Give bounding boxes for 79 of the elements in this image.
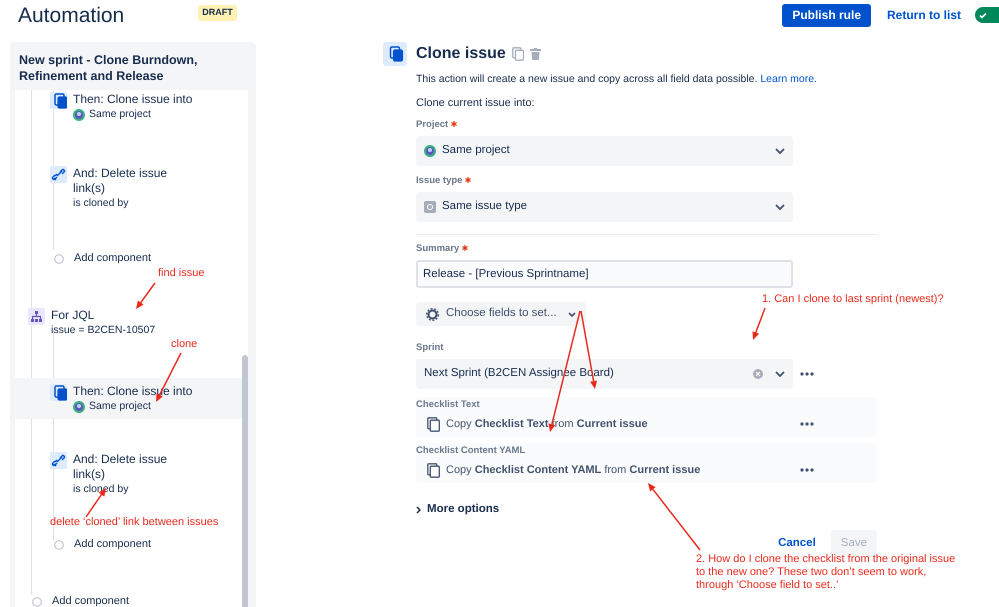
- component-title: Then: Clone issue into: [73, 92, 193, 107]
- add-component-item[interactable]: Add component: [21, 594, 242, 607]
- annotation-text: 1. Can I clone to last sprint (newest)?: [762, 293, 944, 306]
- copy-icon: [427, 416, 440, 432]
- draft-badge: DRAFT: [198, 5, 237, 21]
- action-title: Clone issue: [416, 44, 506, 64]
- add-component-item[interactable]: Add component: [21, 537, 242, 551]
- action-description: This action will create a new issue and copy across all field data possible. Learn more.: [416, 72, 818, 86]
- field-label: Issue type: [416, 175, 462, 187]
- component-detail: is cloned by: [73, 483, 128, 496]
- field-label: Project: [416, 119, 448, 131]
- gear-icon: [426, 308, 439, 320]
- page-title: Automation: [18, 4, 124, 26]
- chevron-down-icon: [775, 148, 785, 154]
- select-field[interactable]: Same project: [416, 136, 793, 166]
- component-detail: Same project: [89, 400, 151, 413]
- field-label: Checklist Content YAML: [416, 445, 526, 457]
- trash-icon: [530, 48, 541, 60]
- chevron-down-icon: [568, 312, 576, 316]
- component-title: For JQL: [51, 308, 96, 323]
- copy-icon: [427, 462, 440, 478]
- select-value: Same issue type: [442, 199, 528, 214]
- project-avatar-icon: [73, 400, 85, 412]
- add-component-label: Add component: [52, 594, 130, 607]
- chevron-down-icon: [775, 204, 785, 210]
- arrow: [648, 483, 701, 550]
- more-icon: [800, 372, 814, 376]
- project-avatar-icon: [424, 145, 436, 157]
- component-title: And: Delete issue link(s): [73, 452, 168, 482]
- summary-input[interactable]: Release - [Previous Sprintname]: [416, 260, 793, 288]
- more-options-toggle[interactable]: More options: [416, 501, 500, 518]
- scrollbar-thumb[interactable]: [242, 355, 248, 607]
- select-value: Same project: [442, 143, 511, 158]
- component-detail: is cloned by: [73, 197, 128, 210]
- publish-rule-button[interactable]: Publish rule: [782, 4, 871, 26]
- branch-item[interactable]: For JQL issue = B2CEN-10507: [21, 308, 242, 337]
- return-to-list-link[interactable]: Return to list: [887, 6, 961, 24]
- broken-link-icon: [50, 166, 67, 183]
- arrow: [136, 282, 156, 309]
- action-item[interactable]: And: Delete issue link(s) is cloned by: [21, 166, 242, 210]
- field-label: Summary: [416, 243, 460, 255]
- select-field[interactable]: Same issue type: [416, 192, 793, 222]
- copy-icon: [512, 47, 524, 61]
- more-icon: [800, 422, 814, 426]
- rule-title: New sprint - Clone Burndown, Refinement and Release: [18, 52, 198, 85]
- component-title: And: Delete issue link(s): [73, 166, 168, 196]
- broken-link-icon: [50, 452, 67, 469]
- annotation-text: delete ‘cloned’ link between issues: [50, 516, 218, 529]
- choose-fields-button[interactable]: Choose fields to set...: [416, 302, 586, 326]
- annotation-text: clone: [171, 338, 198, 351]
- add-component-label: Add component: [74, 537, 152, 551]
- action-item[interactable]: And: Delete issue link(s) is cloned by: [21, 452, 242, 496]
- add-node-icon: [54, 540, 64, 550]
- cancel-button[interactable]: Cancel: [778, 535, 816, 552]
- add-component-item[interactable]: Add component: [21, 251, 242, 265]
- clone-icon: [50, 92, 67, 109]
- add-component-label: Add component: [74, 251, 152, 265]
- hierarchy-icon: [28, 308, 45, 325]
- chevron-right-icon: [416, 506, 421, 514]
- component-detail: Same project: [89, 108, 151, 121]
- issue-type-icon: [424, 201, 436, 213]
- add-node-icon: [54, 254, 64, 264]
- learn-more-link[interactable]: Learn more.: [760, 73, 817, 85]
- field-label: Checklist Text: [416, 399, 480, 411]
- component-detail: issue = B2CEN-10507: [51, 324, 156, 337]
- intro-text: Clone current issue into:: [416, 96, 536, 110]
- more-icon: [800, 468, 814, 472]
- annotation-text: find issue: [158, 267, 204, 280]
- arrow: [752, 308, 766, 340]
- project-avatar-icon: [73, 108, 85, 120]
- clone-icon: [383, 42, 407, 66]
- check-icon: [979, 12, 987, 18]
- field-label: Sprint: [416, 342, 444, 354]
- action-item[interactable]: Then: Clone issue into Same project: [21, 92, 242, 121]
- clone-icon: [50, 384, 67, 401]
- copy-value: Copy Checklist Content YAML from Current issue: [446, 463, 702, 478]
- toggle-switch[interactable]: [975, 7, 999, 23]
- chevron-down-icon: [775, 371, 785, 377]
- clear-icon[interactable]: [753, 369, 763, 379]
